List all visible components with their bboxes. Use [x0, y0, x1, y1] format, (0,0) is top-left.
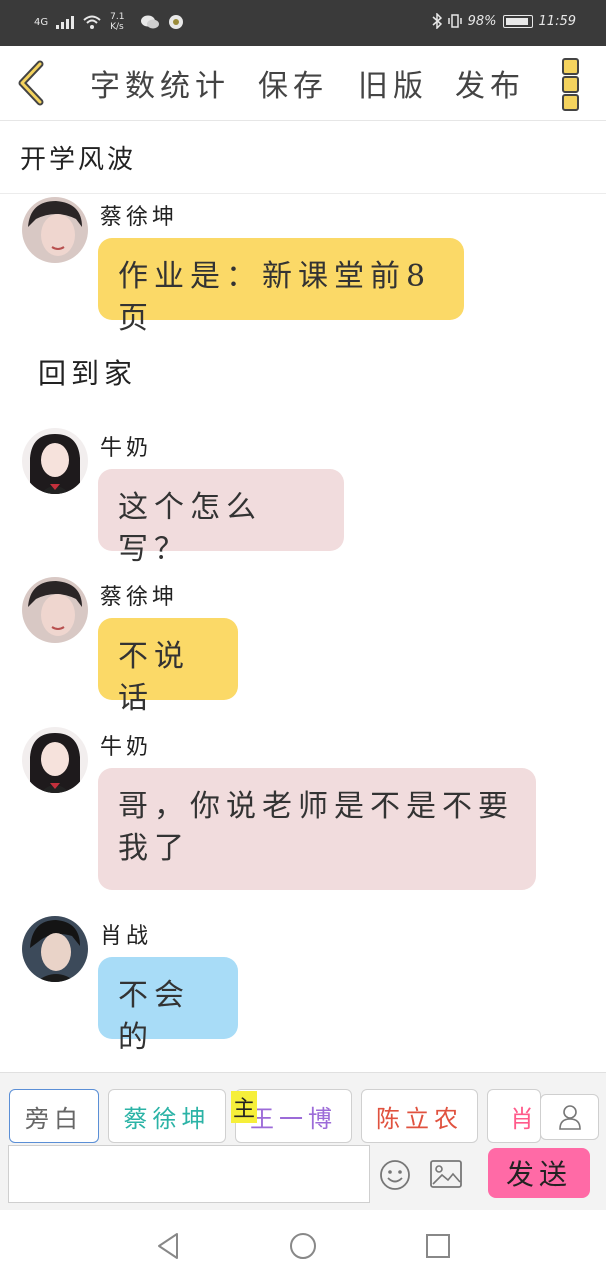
old-version-button[interactable]: 旧版 — [358, 46, 428, 120]
wifi-icon — [83, 15, 101, 29]
story-title[interactable]: 开学风波 — [20, 121, 136, 193]
nav-back-icon[interactable] — [155, 1232, 181, 1260]
send-button[interactable]: 发送 — [488, 1148, 590, 1198]
chat-bubble[interactable]: 哥，你说老师是不是不要 我了 — [98, 768, 536, 890]
character-label: 肖战 — [510, 1104, 540, 1133]
user-icon — [558, 1105, 581, 1130]
bubble-line: 哥，你说老师是不是不要 — [118, 789, 514, 824]
speaker-name: 蔡徐坤 — [100, 585, 179, 610]
clock: 11:59 — [538, 13, 576, 29]
system-nav-bar — [0, 1210, 606, 1280]
message-input[interactable] — [8, 1145, 370, 1203]
chat-bubble[interactable]: 不会的 — [98, 957, 238, 1055]
network-speed: 7.1 K/s — [110, 12, 125, 32]
chat-bubble[interactable]: 不说话 — [98, 618, 238, 716]
status-bar: 4G 7.1 K/s 98% 11:59 — [0, 0, 606, 46]
character-chip[interactable]: 蔡徐坤 — [108, 1089, 226, 1143]
emoji-icon[interactable] — [379, 1159, 411, 1191]
signal-icon — [56, 15, 75, 29]
speaker-name: 牛奶 — [100, 735, 153, 760]
chat-bubble[interactable]: 这个怎么写？ — [98, 469, 344, 567]
publish-button[interactable]: 发布 — [455, 46, 525, 120]
speaker-name: 肖战 — [100, 924, 153, 949]
character-label: 陈立农 — [376, 1104, 463, 1133]
network-type: 4G — [34, 16, 49, 28]
character-chip[interactable]: 陈立农 — [361, 1089, 478, 1143]
character-label: 旁白 — [25, 1104, 83, 1133]
bubble-line: 我了 — [118, 831, 190, 866]
protagonist-badge: 主 — [231, 1091, 257, 1123]
speaker-name: 牛奶 — [100, 436, 153, 461]
bluetooth-icon — [432, 13, 442, 29]
image-icon[interactable] — [430, 1160, 462, 1188]
status-right: 98% 11:59 — [432, 13, 576, 29]
word-count-button[interactable]: 字数统计 — [90, 46, 230, 120]
save-button[interactable]: 保存 — [258, 46, 328, 120]
character-chip[interactable]: 肖战 — [487, 1089, 541, 1143]
app-notification-icon — [169, 15, 184, 29]
battery-percent: 98% — [467, 13, 497, 29]
more-menu-icon[interactable] — [562, 58, 582, 111]
character-chip-narrator[interactable]: 旁白 — [9, 1089, 99, 1143]
status-left: 4G 7.1 K/s — [34, 12, 184, 32]
wechat-icon — [141, 15, 160, 29]
nav-recents-icon[interactable] — [425, 1233, 451, 1259]
character-label: 蔡徐坤 — [123, 1104, 211, 1133]
editor-toolbar: 字数统计 保存 旧版 发布 — [0, 46, 606, 121]
battery-icon — [502, 14, 533, 28]
avatar[interactable] — [22, 428, 88, 494]
narration-text[interactable]: 回到家 — [38, 352, 137, 392]
avatar[interactable] — [22, 727, 88, 793]
avatar[interactable] — [22, 577, 88, 643]
character-label: 王一博 — [250, 1104, 337, 1133]
back-icon[interactable] — [14, 60, 48, 106]
avatar[interactable] — [22, 916, 88, 982]
character-manage-button[interactable] — [540, 1094, 599, 1140]
title-row: 开学风波 — [0, 121, 606, 194]
speaker-name: 蔡徐坤 — [100, 205, 179, 230]
nav-home-icon[interactable] — [289, 1232, 317, 1260]
vibrate-icon — [447, 14, 462, 28]
avatar[interactable] — [22, 197, 88, 263]
chat-bubble[interactable]: 作业是：新课堂前8页 — [98, 238, 464, 336]
